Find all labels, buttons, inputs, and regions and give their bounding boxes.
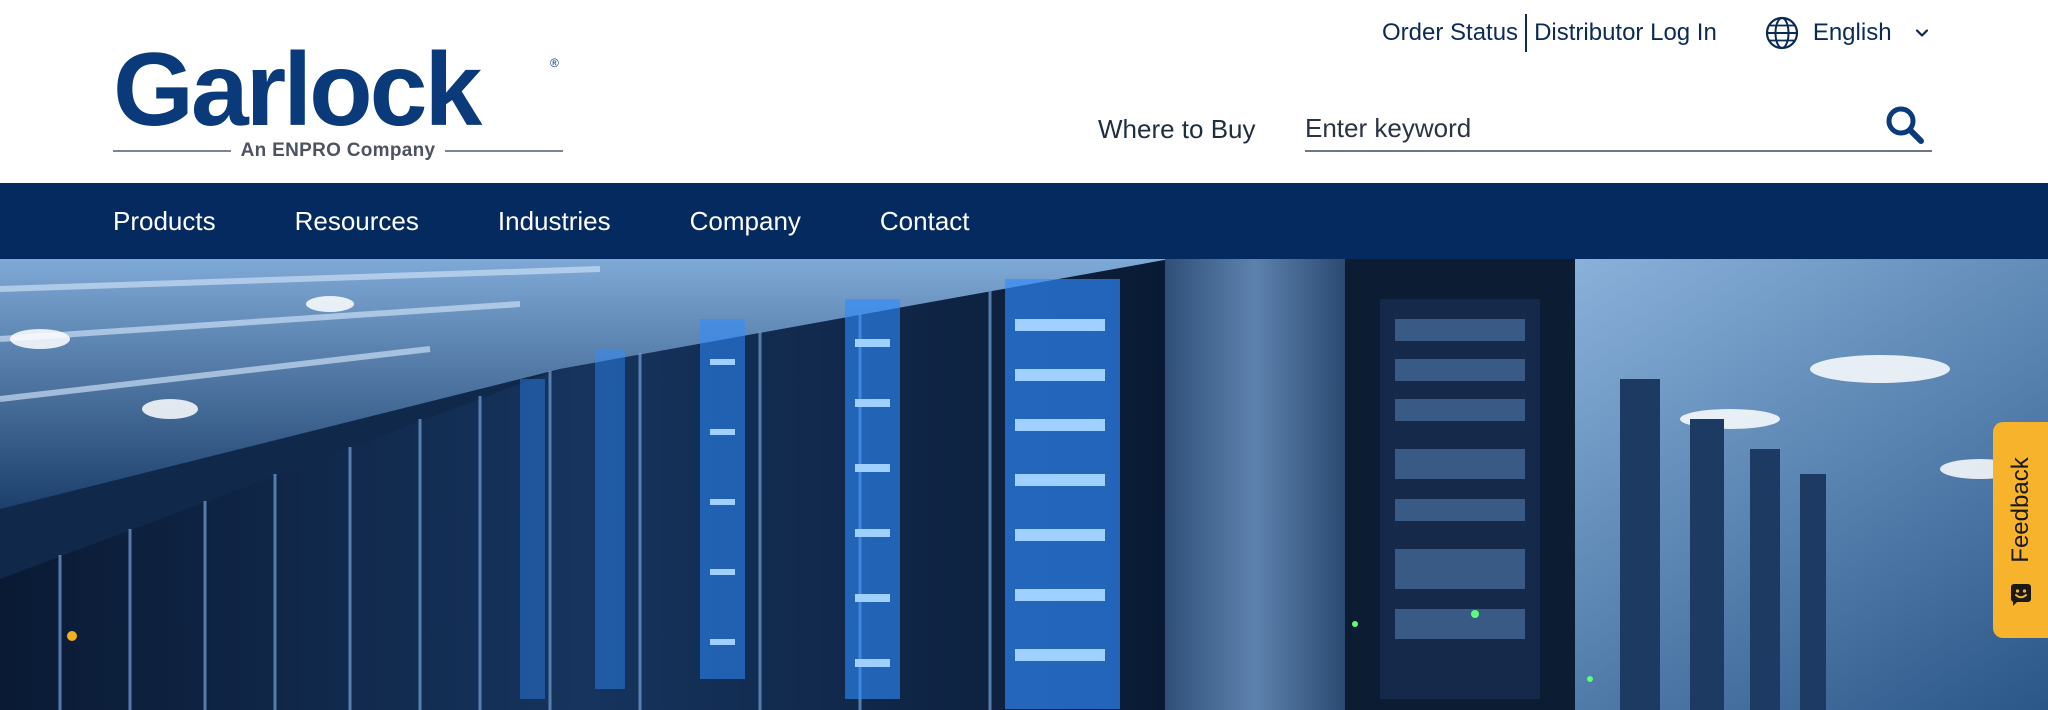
where-to-buy-link[interactable]: Where to Buy <box>1098 114 1256 145</box>
feedback-tab[interactable]: Feedback <box>1993 422 2048 638</box>
utility-divider <box>1525 14 1528 52</box>
main-nav: Products Resources Industries Company Co… <box>0 183 2048 259</box>
nav-item-contact[interactable]: Contact <box>880 206 970 237</box>
registered-mark: ® <box>550 56 559 70</box>
search-bar <box>1305 100 1932 152</box>
logo-tagline: An ENPRO Company <box>240 140 436 161</box>
logo-rule-right <box>445 150 564 152</box>
garlock-logo[interactable]: Garlock ® An ENPRO Company <box>113 32 564 168</box>
search-icon[interactable] <box>1884 104 1926 146</box>
logo-rule-left <box>113 150 231 152</box>
globe-icon <box>1765 16 1798 50</box>
logo-wordmark: Garlock <box>113 32 482 148</box>
language-label: English <box>1812 19 1892 46</box>
feedback-label: Feedback <box>2006 457 2034 563</box>
utility-nav: Order Status Distributor Log In English <box>1382 14 1930 52</box>
nav-item-company[interactable]: Company <box>690 206 801 237</box>
site-header: Garlock ® An ENPRO Company Order Status … <box>0 0 2048 183</box>
server-racks-photo <box>0 259 2048 710</box>
distributor-login-link[interactable]: Distributor Log In <box>1534 19 1717 47</box>
nav-item-industries[interactable]: Industries <box>498 206 611 237</box>
logo-tagline-row: An ENPRO Company <box>113 138 564 164</box>
nav-item-resources[interactable]: Resources <box>295 206 419 237</box>
nav-item-products[interactable]: Products <box>113 206 216 237</box>
language-selector[interactable]: English <box>1765 16 1930 50</box>
chevron-down-icon <box>1915 29 1928 37</box>
smiley-chat-icon <box>2011 584 2031 606</box>
hero-banner <box>0 259 2048 710</box>
search-input[interactable] <box>1305 110 1865 146</box>
order-status-link[interactable]: Order Status <box>1382 19 1518 47</box>
